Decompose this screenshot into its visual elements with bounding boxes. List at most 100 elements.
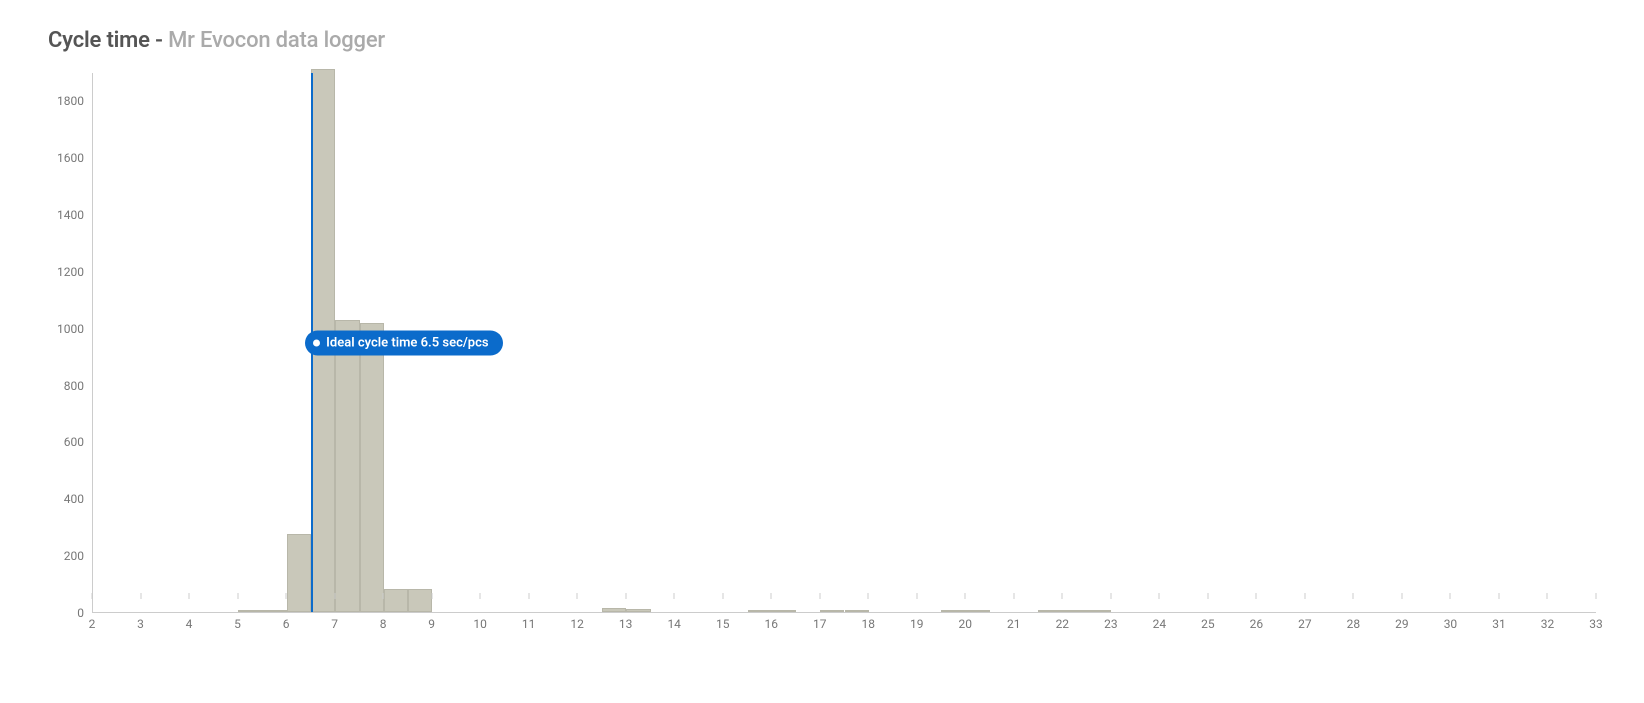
histogram-bar — [748, 610, 772, 612]
histogram-bar — [263, 610, 287, 612]
x-tick-label: 16 — [764, 617, 778, 631]
x-tick-label: 31 — [1492, 617, 1506, 631]
x-tick-label: 17 — [813, 617, 827, 631]
x-axis: 2345678910111213141516171819202122232425… — [92, 613, 1596, 633]
y-tick-label: 600 — [64, 435, 84, 449]
histogram-bar — [820, 610, 844, 612]
x-tick-label: 28 — [1347, 617, 1361, 631]
chart-title: Cycle time - Mr Evocon data logger — [48, 28, 1596, 53]
x-tick-label: 9 — [428, 617, 435, 631]
x-tick-label: 7 — [331, 617, 338, 631]
y-tick-label: 1200 — [57, 265, 84, 279]
x-tick-mark — [1304, 593, 1305, 599]
histogram-bar — [966, 610, 990, 612]
y-tick-label: 400 — [64, 492, 84, 506]
x-tick-label: 6 — [283, 617, 290, 631]
x-tick-mark — [480, 593, 481, 599]
x-tick-mark — [1256, 593, 1257, 599]
x-tick-mark — [674, 593, 675, 599]
histogram-bar — [360, 323, 384, 612]
x-tick-mark — [722, 593, 723, 599]
x-tick-label: 25 — [1201, 617, 1215, 631]
histogram-bar — [408, 589, 432, 612]
histogram-bar — [1038, 610, 1062, 612]
y-axis: 020040060080010001200140016001800 — [48, 73, 92, 613]
x-tick-mark — [528, 593, 529, 599]
chart-title-sub: Mr Evocon data logger — [168, 28, 385, 53]
histogram-bar — [602, 608, 626, 612]
x-tick-label: 5 — [234, 617, 241, 631]
x-tick-mark — [771, 593, 772, 599]
x-tick-label: 21 — [1007, 617, 1021, 631]
x-tick-mark — [916, 593, 917, 599]
x-tick-mark — [1498, 593, 1499, 599]
histogram-bar — [941, 610, 965, 612]
x-tick-label: 32 — [1541, 617, 1555, 631]
dot-icon — [313, 339, 320, 346]
x-tick-label: 29 — [1395, 617, 1409, 631]
plot-area: Ideal cycle time 6.5 sec/pcs — [92, 73, 1596, 613]
x-tick-mark — [1207, 593, 1208, 599]
y-tick-label: 1800 — [57, 94, 84, 108]
x-tick-label: 8 — [380, 617, 387, 631]
ideal-cycle-time-label: Ideal cycle time 6.5 sec/pcs — [326, 335, 488, 350]
x-tick-mark — [383, 593, 384, 599]
y-tick-label: 800 — [64, 379, 84, 393]
y-tick-label: 200 — [64, 549, 84, 563]
x-tick-mark — [1401, 593, 1402, 599]
x-tick-mark — [1596, 593, 1597, 599]
x-tick-mark — [1353, 593, 1354, 599]
x-tick-mark — [1062, 593, 1063, 599]
histogram-bar — [287, 534, 311, 612]
x-tick-mark — [1159, 593, 1160, 599]
x-tick-label: 15 — [716, 617, 730, 631]
x-tick-label: 13 — [619, 617, 633, 631]
x-tick-mark — [819, 593, 820, 599]
x-tick-label: 22 — [1056, 617, 1070, 631]
histogram-bar — [238, 610, 262, 612]
x-tick-mark — [237, 593, 238, 599]
x-tick-mark — [625, 593, 626, 599]
x-tick-label: 4 — [186, 617, 193, 631]
x-tick-mark — [140, 593, 141, 599]
x-tick-mark — [189, 593, 190, 599]
histogram-bar — [772, 610, 796, 612]
x-tick-mark — [431, 593, 432, 599]
histogram-bar — [384, 589, 408, 612]
x-tick-label: 10 — [473, 617, 487, 631]
histogram-bar — [1087, 610, 1111, 612]
y-tick-label: 1400 — [57, 208, 84, 222]
x-tick-mark — [92, 593, 93, 599]
x-tick-label: 27 — [1298, 617, 1312, 631]
x-tick-mark — [334, 593, 335, 599]
histogram-bar — [1063, 610, 1087, 612]
x-tick-label: 30 — [1444, 617, 1458, 631]
x-tick-mark — [1450, 593, 1451, 599]
x-tick-mark — [1013, 593, 1014, 599]
x-tick-label: 26 — [1250, 617, 1264, 631]
chart-title-main: Cycle time — [48, 28, 150, 53]
x-tick-label: 14 — [667, 617, 681, 631]
x-tick-label: 23 — [1104, 617, 1118, 631]
x-tick-label: 2 — [89, 617, 96, 631]
y-tick-label: 1600 — [57, 151, 84, 165]
x-tick-label: 18 — [862, 617, 876, 631]
x-tick-label: 12 — [570, 617, 584, 631]
x-tick-label: 24 — [1153, 617, 1167, 631]
histogram-bar — [335, 320, 359, 612]
x-tick-mark — [286, 593, 287, 599]
x-tick-label: 20 — [959, 617, 973, 631]
x-tick-mark — [577, 593, 578, 599]
x-tick-label: 3 — [137, 617, 144, 631]
ideal-cycle-time-badge: Ideal cycle time 6.5 sec/pcs — [305, 330, 502, 355]
x-tick-label: 19 — [910, 617, 924, 631]
x-tick-mark — [1547, 593, 1548, 599]
chart-area: 0 200 400 600 800 1000 1200 1400 1600 1800 Ideal … — [48, 73, 1596, 633]
histogram-bar — [626, 609, 650, 612]
x-tick-mark — [868, 593, 869, 599]
x-tick-mark — [965, 593, 966, 599]
x-tick-label: 11 — [522, 617, 536, 631]
y-tick-label: 1000 — [57, 322, 84, 336]
y-tick-label: 0 — [77, 606, 84, 620]
x-tick-label: 33 — [1589, 617, 1603, 631]
